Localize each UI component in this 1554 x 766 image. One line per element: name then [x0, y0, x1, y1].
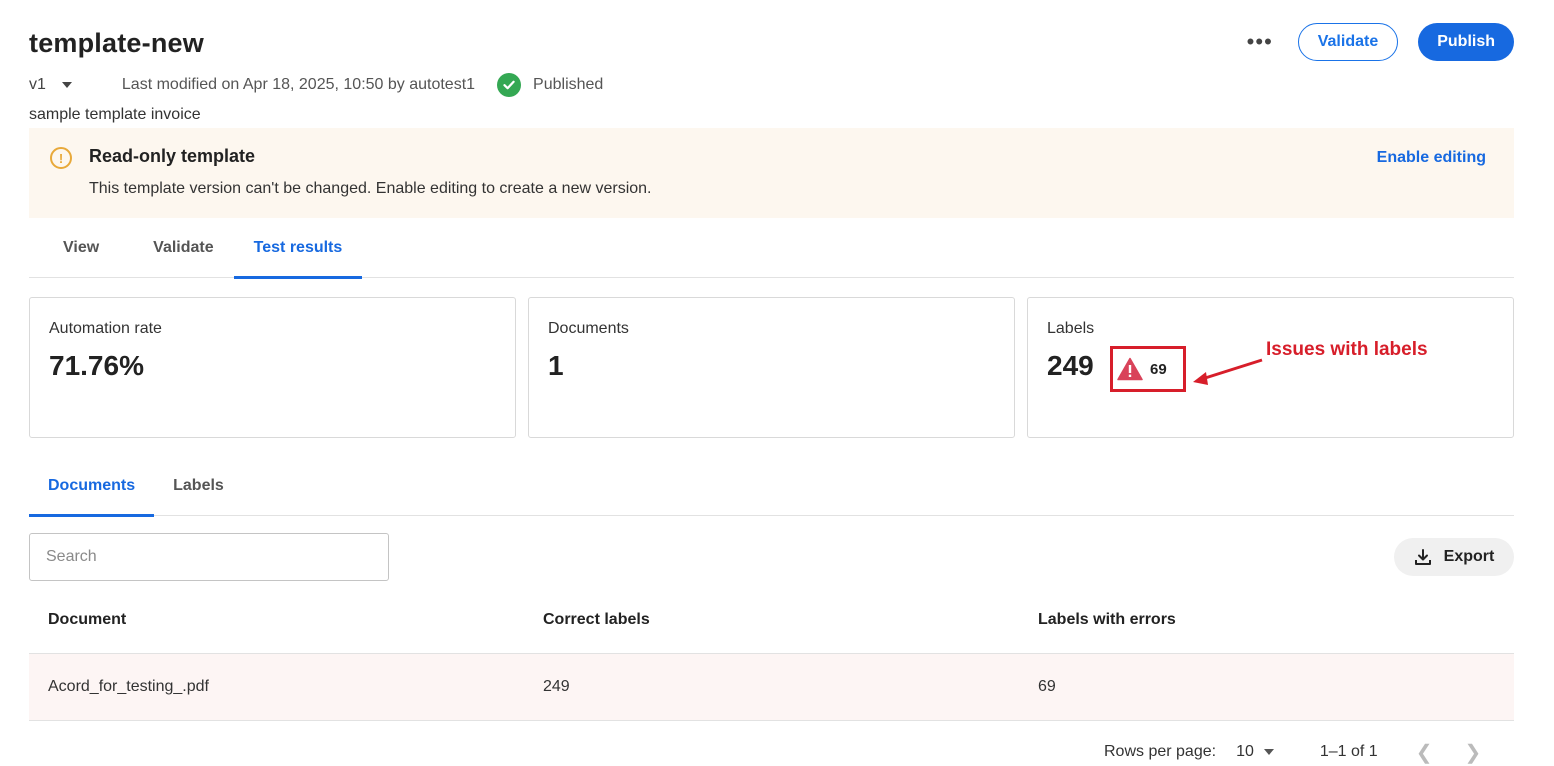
card-label: Labels [1047, 320, 1095, 337]
tab-validate[interactable]: Validate [133, 218, 233, 278]
cell-document: Acord_for_testing_.pdf [48, 678, 209, 695]
check-circle-icon [497, 73, 522, 97]
status-badge: Published [533, 76, 604, 93]
more-horizontal-icon[interactable]: ••• [1242, 24, 1278, 60]
warning-triangle-icon [1117, 357, 1143, 381]
annotation-text: Issues with labels [1266, 339, 1428, 360]
column-header-correct-labels[interactable]: Correct labels [524, 611, 1019, 629]
documents-card: Documents 1 [528, 297, 1015, 438]
last-modified-text: Last modified on Apr 18, 2025, 10:50 by … [121, 76, 476, 93]
column-header-labels-errors[interactable]: Labels with errors [1019, 611, 1514, 629]
warning-circle-icon: ! [50, 147, 72, 169]
subtab-labels[interactable]: Labels [154, 455, 243, 516]
tab-test-results[interactable]: Test results [233, 218, 363, 279]
rows-per-page-select[interactable]: 10 [1236, 743, 1274, 761]
annotation-arrow-icon [1193, 358, 1263, 385]
documents-table: Document Correct labels Labels with erro… [29, 586, 1514, 721]
column-header-document[interactable]: Document [29, 611, 524, 629]
card-label: Documents [548, 320, 629, 337]
labels-card: Labels 249 69 [1027, 297, 1514, 438]
main-tabs: View Validate Test results [29, 218, 1514, 279]
readonly-banner: ! Read-only template This template versi… [29, 128, 1514, 218]
table-row[interactable]: Acord_for_testing_.pdf 249 69 [29, 654, 1514, 721]
chevron-left-icon[interactable]: ❮ [1416, 740, 1433, 765]
card-value: 71.76% [49, 350, 144, 381]
search-input[interactable] [29, 533, 389, 581]
rows-per-page-value: 10 [1236, 743, 1254, 760]
header-actions: ••• Validate Publish [1242, 23, 1514, 61]
template-description: sample template invoice [29, 106, 201, 123]
card-value: 1 [548, 350, 564, 381]
results-subtabs: Documents Labels [29, 455, 1514, 517]
card-value: 249 [1047, 350, 1094, 381]
page-title: template-new [29, 28, 204, 58]
labels-issues-badge: 69 [1110, 346, 1186, 392]
issues-count: 69 [1150, 360, 1167, 378]
tab-view[interactable]: View [29, 218, 133, 278]
rows-per-page-label: Rows per page: [1104, 743, 1217, 760]
cell-correct-labels: 249 [543, 678, 570, 695]
pagination: Rows per page: 10 1–1 of 1 ❮ ❯ [1104, 740, 1481, 765]
export-button[interactable]: Export [1394, 538, 1514, 576]
publish-button[interactable]: Publish [1418, 23, 1514, 61]
export-label: Export [1443, 548, 1495, 565]
table-header: Document Correct labels Labels with erro… [29, 586, 1514, 654]
cell-labels-errors: 69 [1038, 678, 1056, 695]
automation-rate-card: Automation rate 71.76% [29, 297, 516, 438]
page-range: 1–1 of 1 [1319, 743, 1378, 760]
card-label: Automation rate [49, 320, 162, 337]
chevron-down-icon [61, 82, 72, 88]
download-icon [1414, 549, 1431, 565]
version-label: v1 [29, 76, 46, 93]
version-select[interactable]: v1 [29, 76, 72, 94]
meta-row: v1 Last modified on Apr 18, 2025, 10:50 … [29, 72, 603, 98]
chevron-down-icon [1263, 749, 1274, 755]
chevron-right-icon[interactable]: ❯ [1464, 740, 1481, 765]
banner-title: Read-only template [89, 146, 256, 166]
subtab-documents[interactable]: Documents [29, 455, 155, 517]
enable-editing-link[interactable]: Enable editing [1377, 149, 1486, 167]
banner-text: This template version can't be changed. … [89, 180, 652, 197]
validate-button[interactable]: Validate [1297, 23, 1399, 61]
